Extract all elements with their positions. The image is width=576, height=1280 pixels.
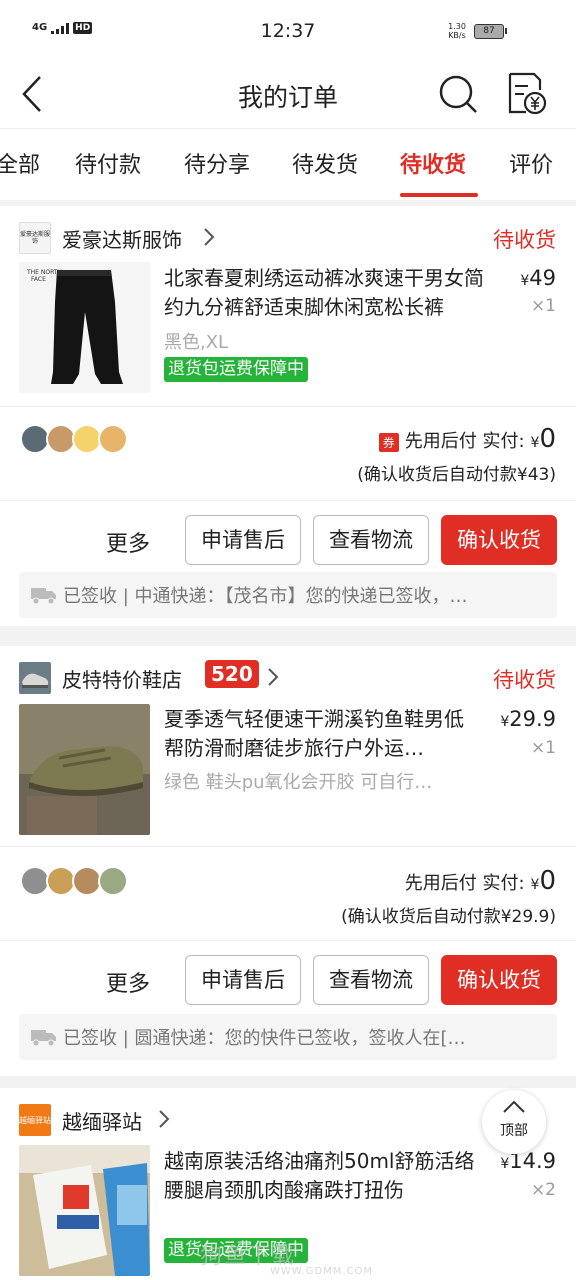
- coupon-icon: 券: [378, 433, 399, 452]
- tab-pending-share[interactable]: 待分享: [184, 147, 250, 179]
- price-symbol: ¥: [500, 1156, 510, 1172]
- product-quantity: ×2: [530, 1180, 556, 1200]
- active-tab-indicator: [400, 193, 478, 197]
- after-sale-button[interactable]: 申请售后: [185, 955, 301, 1005]
- order-card: 爱豪达斯服饰 爱豪达斯服饰 待收货 THE NORTH FACE 北家春夏刺绣运…: [0, 206, 576, 626]
- buyer-avatars: [20, 866, 128, 896]
- more-button[interactable]: 更多: [106, 526, 150, 558]
- shoe-image: [19, 704, 150, 835]
- divider: [0, 940, 576, 941]
- product-price: ¥49: [520, 266, 556, 290]
- buyer-avatars: [20, 424, 128, 454]
- pay-label: 先用后付 实付:: [404, 431, 525, 452]
- divider: [0, 846, 576, 847]
- back-to-top-label: 顶部: [500, 1123, 528, 1139]
- yen-receipt-icon[interactable]: [504, 70, 548, 118]
- order-card: 皮特特价鞋店 520 待收货 夏季透气轻便速干溯溪钓鱼鞋男低帮防滑耐磨徒步旅行户…: [0, 646, 576, 1076]
- shop-logo: [19, 662, 51, 694]
- divider: [0, 406, 576, 407]
- order-status: 待收货: [493, 668, 556, 692]
- truck-icon: [31, 588, 56, 605]
- shop-row[interactable]: 皮特特价鞋店 520 待收货: [0, 646, 576, 704]
- tab-review[interactable]: 评价: [509, 147, 553, 179]
- logistics-bar[interactable]: 已签收 | 中通快递：【茂名市】您的快递已签收，…: [19, 572, 557, 618]
- avatar: [98, 866, 128, 896]
- after-sale-button[interactable]: 申请售后: [185, 515, 301, 565]
- price-value: 29.9: [509, 707, 556, 731]
- page-title: 我的订单: [237, 83, 338, 112]
- price-value: 49: [529, 266, 556, 290]
- product-spec: 黑色,XL: [164, 332, 229, 353]
- tab-pending-receipt[interactable]: 待收货: [400, 147, 466, 179]
- avatar: [98, 424, 128, 454]
- status-bar: 4G HD 12:37 1.30 KB/s 87: [0, 0, 576, 62]
- shop-logo: 爱豪达斯服饰: [19, 222, 51, 254]
- view-logistics-button[interactable]: 查看物流: [313, 515, 429, 565]
- chevron-up-icon: [503, 1100, 525, 1113]
- tab-all[interactable]: 全部: [0, 147, 40, 179]
- order-status: 待收货: [493, 228, 556, 252]
- auto-pay-note: (确认收货后自动付款¥43): [357, 465, 556, 485]
- pay-amount: 0: [539, 424, 556, 454]
- product-quantity: ×1: [530, 296, 556, 316]
- app-header: 我的订单: [0, 62, 576, 128]
- confirm-receipt-button[interactable]: 确认收货: [441, 515, 557, 565]
- pay-label: 先用后付 实付:: [404, 873, 525, 894]
- order-status-tabs: 全部 待付款 待分享 待发货 待收货 评价: [0, 128, 576, 200]
- shop-name: 爱豪达斯服饰: [62, 228, 182, 252]
- shop-logo: 越缅驿站: [19, 1104, 51, 1136]
- watermark: 狗鱼下载 WWW.GDMM.COM: [200, 1238, 373, 1277]
- shop-row[interactable]: 爱豪达斯服饰 爱豪达斯服饰 待收货: [0, 206, 576, 264]
- chevron-right-icon: [204, 228, 215, 246]
- view-logistics-button[interactable]: 查看物流: [313, 955, 429, 1005]
- divider: [0, 500, 576, 501]
- battery-icon: 87: [474, 24, 507, 39]
- truck-icon: [31, 1030, 56, 1047]
- tab-pending-payment[interactable]: 待付款: [75, 147, 141, 179]
- product-spec: 绿色 鞋头pu氧化会开胶 可自行…: [164, 772, 433, 793]
- payment-summary: 先用后付 实付: ¥0: [405, 866, 556, 896]
- network-speed: 1.30 KB/s: [442, 22, 472, 40]
- product-title[interactable]: 越南原装活络油痛剂50ml舒筋活络腰腿肩颈肌肉酸痛跌打扭伤: [164, 1147, 484, 1205]
- logistics-text: 已签收 | 圆通快递：您的快件已签收，签收人在[…: [63, 1028, 466, 1049]
- logistics-text: 已签收 | 中通快递：【茂名市】您的快递已签收，…: [63, 586, 468, 607]
- chevron-right-icon: [268, 668, 279, 686]
- speed-value: 1.30: [448, 22, 466, 31]
- logistics-bar[interactable]: 已签收 | 圆通快递：您的快件已签收，签收人在[…: [19, 1014, 557, 1060]
- shoe-logo-image: [19, 662, 51, 694]
- price-symbol: ¥: [500, 714, 510, 730]
- product-price: ¥29.9: [500, 707, 556, 731]
- more-button[interactable]: 更多: [106, 966, 150, 998]
- auto-pay-note: (确认收货后自动付款¥29.9): [341, 907, 556, 927]
- return-shipping-badge: 退货包运费保障中: [164, 357, 308, 382]
- ointment-box-image: [19, 1145, 150, 1276]
- product-image[interactable]: [19, 704, 150, 835]
- pants-image: THE NORTH FACE: [19, 262, 150, 393]
- shop-name: 越缅驿站: [62, 1110, 142, 1134]
- tab-pending-shipment[interactable]: 待发货: [292, 147, 358, 179]
- svg-text:FACE: FACE: [31, 276, 46, 283]
- svg-text:THE NORTH: THE NORTH: [26, 269, 62, 276]
- payment-summary: 券 先用后付 实付: ¥0: [378, 424, 556, 454]
- product-title[interactable]: 夏季透气轻便速干溯溪钓鱼鞋男低帮防滑耐磨徒步旅行户外运…: [164, 705, 474, 763]
- pay-amount: 0: [539, 866, 556, 896]
- product-image[interactable]: [19, 1145, 150, 1276]
- back-to-top-button[interactable]: 顶部: [482, 1090, 546, 1154]
- shop-name: 皮特特价鞋店: [62, 668, 182, 692]
- chevron-left-icon[interactable]: [18, 74, 48, 114]
- product-title[interactable]: 北家春夏刺绣运动裤冰爽速干男女简约九分裤舒适束脚休闲宽松长裤: [164, 264, 502, 322]
- speed-unit: KB/s: [448, 31, 466, 40]
- confirm-receipt-button[interactable]: 确认收货: [441, 955, 557, 1005]
- product-quantity: ×1: [530, 738, 556, 758]
- price-symbol: ¥: [520, 273, 530, 289]
- product-image[interactable]: THE NORTH FACE: [19, 262, 150, 393]
- promo-badge: 520: [205, 660, 259, 688]
- chevron-right-icon: [159, 1110, 170, 1128]
- search-icon[interactable]: [436, 72, 480, 116]
